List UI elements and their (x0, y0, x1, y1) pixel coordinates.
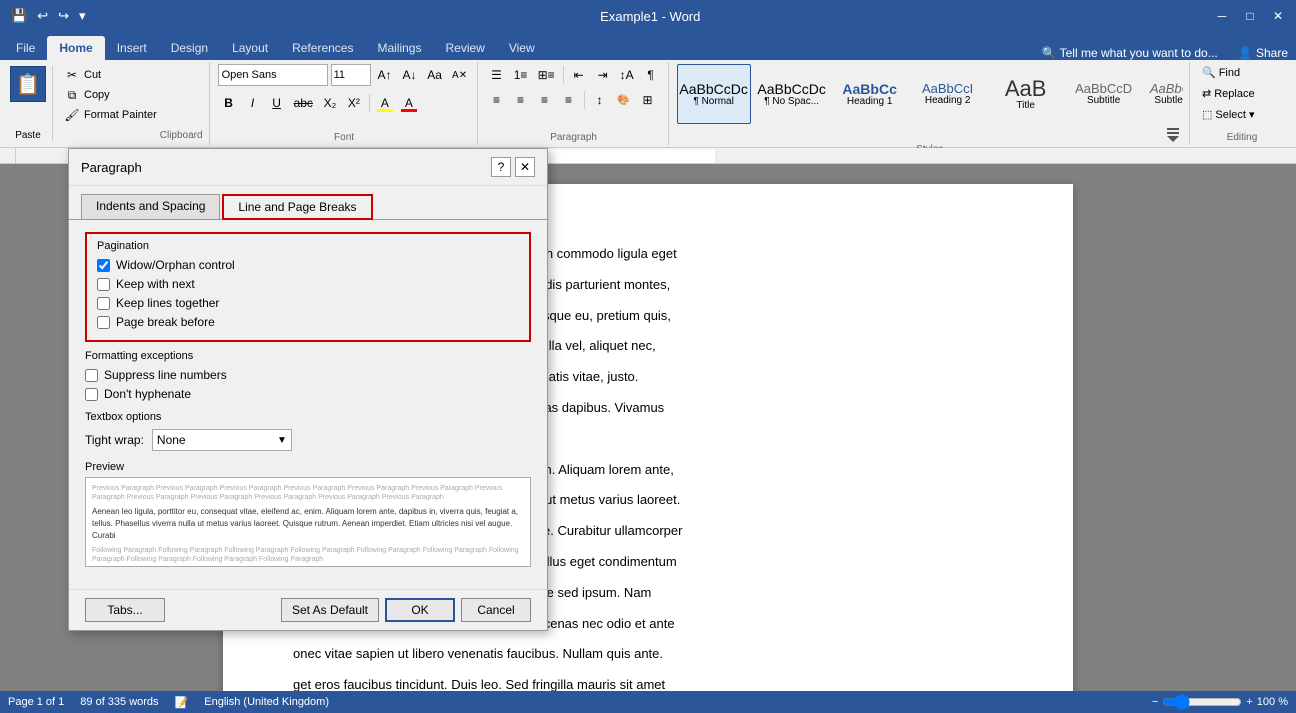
preview-main-text: Aenean leo ligula, porttitor eu, consequ… (92, 506, 524, 542)
tight-wrap-label: Tight wrap: (85, 433, 144, 447)
cancel-button[interactable]: Cancel (461, 598, 531, 622)
dialog-help-button[interactable]: ? (491, 157, 511, 177)
dialog-footer: Tabs... Set As Default OK Cancel (69, 589, 547, 630)
tight-wrap-row: Tight wrap: None ▼ (85, 429, 531, 451)
widow-orphan-checkbox[interactable] (97, 259, 110, 272)
pagination-section: Pagination Widow/Orphan control Keep wit… (85, 232, 531, 342)
preview-following-para: Following Paragraph Following Paragraph … (92, 546, 524, 564)
suppress-line-numbers-label: Suppress line numbers (104, 368, 227, 382)
exceptions-label: Formatting exceptions (85, 350, 531, 362)
dialog-tab-indents[interactable]: Indents and Spacing (81, 194, 220, 219)
preview-box: Previous Paragraph Previous Paragraph Pr… (85, 477, 531, 567)
widow-orphan-label: Widow/Orphan control (116, 258, 235, 272)
dialog-tabs: Indents and Spacing Line and Page Breaks (69, 186, 547, 220)
dialog-tab-linebreaks[interactable]: Line and Page Breaks (222, 194, 372, 220)
suppress-line-numbers-row: Suppress line numbers (85, 368, 531, 382)
dialog-title-bar: Paragraph ? ✕ (69, 149, 547, 186)
keep-lines-row: Keep lines together (97, 296, 519, 310)
pagination-label: Pagination (97, 240, 519, 252)
formatting-exceptions-section: Formatting exceptions Suppress line numb… (85, 350, 531, 401)
dialog-title-btns: ? ✕ (491, 157, 535, 177)
set-as-default-button[interactable]: Set As Default (281, 598, 379, 622)
dont-hyphenate-row: Don't hyphenate (85, 387, 531, 401)
page-break-label: Page break before (116, 315, 215, 329)
dialog-overlay: Paragraph ? ✕ Indents and Spacing Line a… (0, 0, 1296, 713)
textbox-options-section: Textbox options Tight wrap: None ▼ (85, 411, 531, 451)
dont-hyphenate-checkbox[interactable] (85, 388, 98, 401)
suppress-line-numbers-checkbox[interactable] (85, 369, 98, 382)
page-break-checkbox[interactable] (97, 316, 110, 329)
tight-wrap-select[interactable]: None ▼ (152, 429, 292, 451)
ok-button[interactable]: OK (385, 598, 455, 622)
keep-lines-label: Keep lines together (116, 296, 219, 310)
keep-lines-checkbox[interactable] (97, 297, 110, 310)
tight-wrap-value: None (157, 433, 186, 447)
preview-label: Preview (85, 461, 531, 473)
dialog-title: Paragraph (81, 160, 142, 175)
page-break-row: Page break before (97, 315, 519, 329)
dialog-close-button[interactable]: ✕ (515, 157, 535, 177)
paragraph-dialog: Paragraph ? ✕ Indents and Spacing Line a… (68, 148, 548, 631)
widow-orphan-row: Widow/Orphan control (97, 258, 519, 272)
dont-hyphenate-label: Don't hyphenate (104, 387, 191, 401)
tabs-button[interactable]: Tabs... (85, 598, 165, 622)
preview-prev-para: Previous Paragraph Previous Paragraph Pr… (92, 484, 524, 502)
keep-with-next-row: Keep with next (97, 277, 519, 291)
preview-section: Preview Previous Paragraph Previous Para… (85, 461, 531, 567)
dialog-body: Pagination Widow/Orphan control Keep wit… (69, 220, 547, 589)
tight-wrap-arrow: ▼ (277, 435, 287, 446)
keep-with-next-label: Keep with next (116, 277, 195, 291)
keep-with-next-checkbox[interactable] (97, 278, 110, 291)
textbox-options-label: Textbox options (85, 411, 531, 423)
